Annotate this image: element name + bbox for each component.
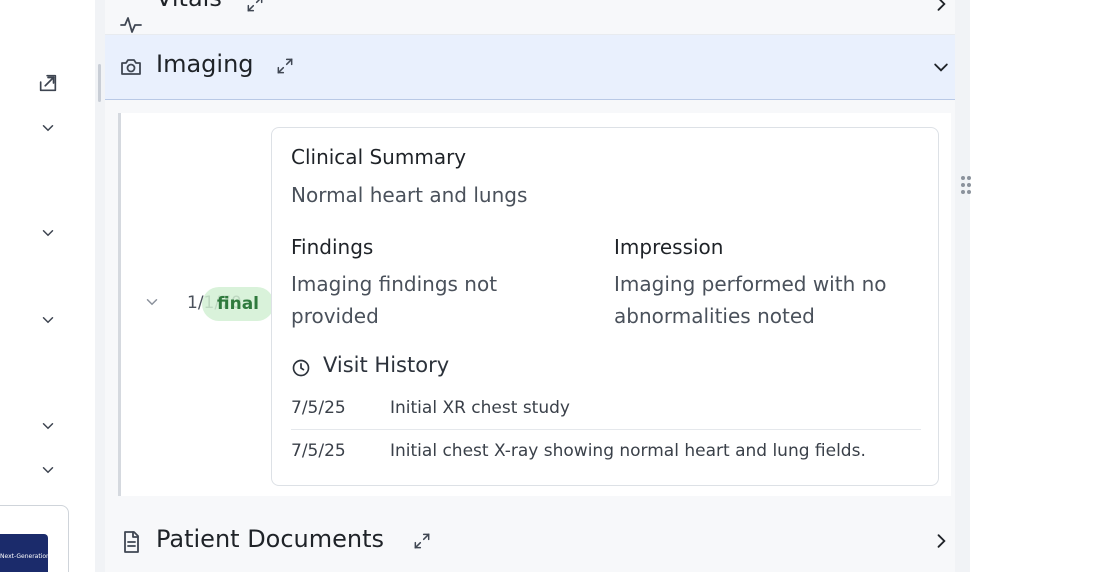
history-row: 7/5/25 Initial chest X-ray showing norma…	[291, 441, 921, 463]
app-root: Next-Generation EMR System Vitals	[0, 0, 1102, 572]
visit-history-title: Visit History	[323, 353, 450, 377]
chevron-down-icon[interactable]	[36, 308, 60, 332]
expand-icon[interactable]	[412, 531, 432, 551]
history-divider	[291, 429, 921, 430]
document-icon	[119, 530, 143, 554]
chevron-right-icon[interactable]	[931, 0, 951, 14]
chevron-down-icon[interactable]	[36, 116, 60, 140]
drag-handle-icon[interactable]	[961, 176, 973, 196]
findings-value: Imaging findings not provided	[291, 272, 498, 328]
chart-panel: Vitals Imaging	[105, 0, 955, 572]
chevron-right-icon[interactable]	[931, 531, 951, 551]
panel-resize-gutter[interactable]	[955, 0, 970, 572]
imaging-entry-row[interactable]: 1/1/70 final Clinical Summary Normal hea…	[118, 113, 951, 496]
history-text: Initial XR chest study	[390, 398, 570, 418]
section-title-vitals: Vitals	[156, 0, 222, 12]
history-date: 7/5/25	[291, 441, 346, 461]
chevron-down-icon[interactable]	[36, 221, 60, 245]
section-title-documents: Patient Documents	[156, 525, 385, 553]
imaging-detail-card: Clinical Summary Normal heart and lungs …	[271, 127, 939, 486]
expand-icon[interactable]	[245, 0, 265, 14]
history-text: Initial chest X-ray showing normal heart…	[390, 441, 866, 461]
rail-scrollbar[interactable]	[98, 64, 101, 102]
history-date: 7/5/25	[291, 398, 346, 418]
status-badge: final	[202, 287, 274, 321]
clock-icon	[291, 358, 311, 378]
history-row: 7/5/25 Initial XR chest study	[291, 398, 921, 420]
section-title-imaging: Imaging	[156, 50, 254, 78]
imaging-section-body: 1/1/70 final Clinical Summary Normal hea…	[105, 100, 955, 510]
left-rail: Next-Generation EMR System	[0, 0, 95, 572]
app-logo: Next-Generation EMR System	[0, 534, 48, 572]
section-header-vitals[interactable]: Vitals	[105, 0, 955, 35]
chevron-down-icon[interactable]	[36, 458, 60, 482]
heart-pulse-icon	[119, 13, 143, 37]
chevron-down-icon[interactable]	[36, 414, 60, 438]
chevron-down-icon[interactable]	[143, 293, 163, 313]
findings-label: Findings	[291, 235, 374, 259]
impression-value: Imaging performed with no abnormalities …	[614, 272, 887, 328]
expand-icon[interactable]	[275, 56, 295, 76]
camera-icon	[119, 55, 143, 79]
section-header-imaging[interactable]: Imaging	[105, 35, 955, 100]
section-header-documents[interactable]: Patient Documents	[105, 510, 955, 572]
impression-label: Impression	[614, 235, 724, 259]
clinical-summary-label: Clinical Summary	[291, 145, 467, 169]
chevron-down-icon[interactable]	[931, 57, 951, 77]
open-external-icon[interactable]	[36, 71, 60, 95]
clinical-summary-value: Normal heart and lungs	[291, 183, 528, 207]
